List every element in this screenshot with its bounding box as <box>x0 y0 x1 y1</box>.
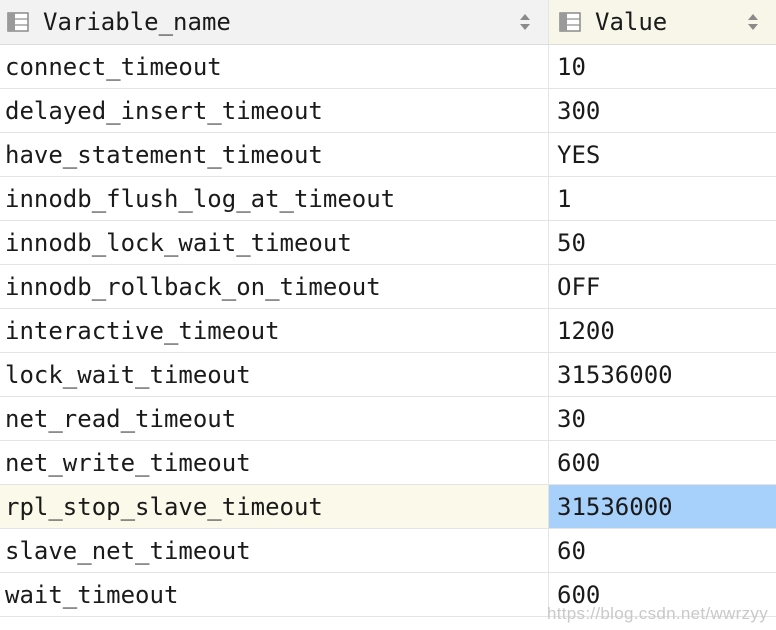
value-cell[interactable]: 300 <box>549 89 776 132</box>
variable-name-cell[interactable]: innodb_lock_wait_timeout <box>0 221 549 264</box>
variable-name-cell[interactable]: slave_net_timeout <box>0 529 549 572</box>
column-header-label: Value <box>595 8 668 36</box>
table-row[interactable]: connect_timeout 10 <box>0 45 776 89</box>
column-header-value[interactable]: Value <box>549 0 776 44</box>
variable-name-cell[interactable]: innodb_rollback_on_timeout <box>0 265 549 308</box>
table-row[interactable]: interactive_timeout 1200 <box>0 309 776 353</box>
table-row[interactable]: have_statement_timeout YES <box>0 133 776 177</box>
value-cell[interactable]: 10 <box>549 45 776 88</box>
sort-icon[interactable] <box>518 12 532 32</box>
variable-name-cell[interactable]: lock_wait_timeout <box>0 353 549 396</box>
table-row[interactable]: lock_wait_timeout 31536000 <box>0 353 776 397</box>
value-cell[interactable]: 30 <box>549 397 776 440</box>
value-cell[interactable]: 1200 <box>549 309 776 352</box>
variable-name-cell[interactable]: innodb_flush_log_at_timeout <box>0 177 549 220</box>
table-row[interactable]: innodb_rollback_on_timeout OFF <box>0 265 776 309</box>
column-icon <box>5 10 31 34</box>
column-header-variable-name[interactable]: Variable_name <box>0 0 549 44</box>
table-row[interactable]: innodb_flush_log_at_timeout 1 <box>0 177 776 221</box>
variable-name-cell[interactable]: connect_timeout <box>0 45 549 88</box>
table-row[interactable]: delayed_insert_timeout 300 <box>0 89 776 133</box>
value-cell[interactable]: 1 <box>549 177 776 220</box>
results-grid: Variable_name Value connect_timeout 10 d… <box>0 0 776 617</box>
table-row[interactable]: slave_net_timeout 60 <box>0 529 776 573</box>
variable-name-cell[interactable]: net_write_timeout <box>0 441 549 484</box>
selected-value-cell[interactable]: 31536000 <box>549 485 776 528</box>
column-header-label: Variable_name <box>43 8 231 36</box>
value-cell[interactable]: 60 <box>549 529 776 572</box>
value-cell[interactable]: 50 <box>549 221 776 264</box>
variable-name-cell[interactable]: rpl_stop_slave_timeout <box>0 485 549 528</box>
variable-name-cell[interactable]: wait_timeout <box>0 573 549 616</box>
watermark: https://blog.csdn.net/wwrzyy <box>547 604 768 623</box>
variable-name-cell[interactable]: have_statement_timeout <box>0 133 549 176</box>
grid-header: Variable_name Value <box>0 0 776 45</box>
value-cell[interactable]: 600 <box>549 441 776 484</box>
value-cell[interactable]: YES <box>549 133 776 176</box>
variable-name-cell[interactable]: net_read_timeout <box>0 397 549 440</box>
table-row-selected[interactable]: rpl_stop_slave_timeout 31536000 <box>0 485 776 529</box>
variable-name-cell[interactable]: interactive_timeout <box>0 309 549 352</box>
table-row[interactable]: innodb_lock_wait_timeout 50 <box>0 221 776 265</box>
sort-icon[interactable] <box>746 12 760 32</box>
column-icon <box>557 10 583 34</box>
variable-name-cell[interactable]: delayed_insert_timeout <box>0 89 549 132</box>
table-row[interactable]: net_read_timeout 30 <box>0 397 776 441</box>
value-cell[interactable]: 31536000 <box>549 353 776 396</box>
value-cell[interactable]: OFF <box>549 265 776 308</box>
table-row[interactable]: net_write_timeout 600 <box>0 441 776 485</box>
